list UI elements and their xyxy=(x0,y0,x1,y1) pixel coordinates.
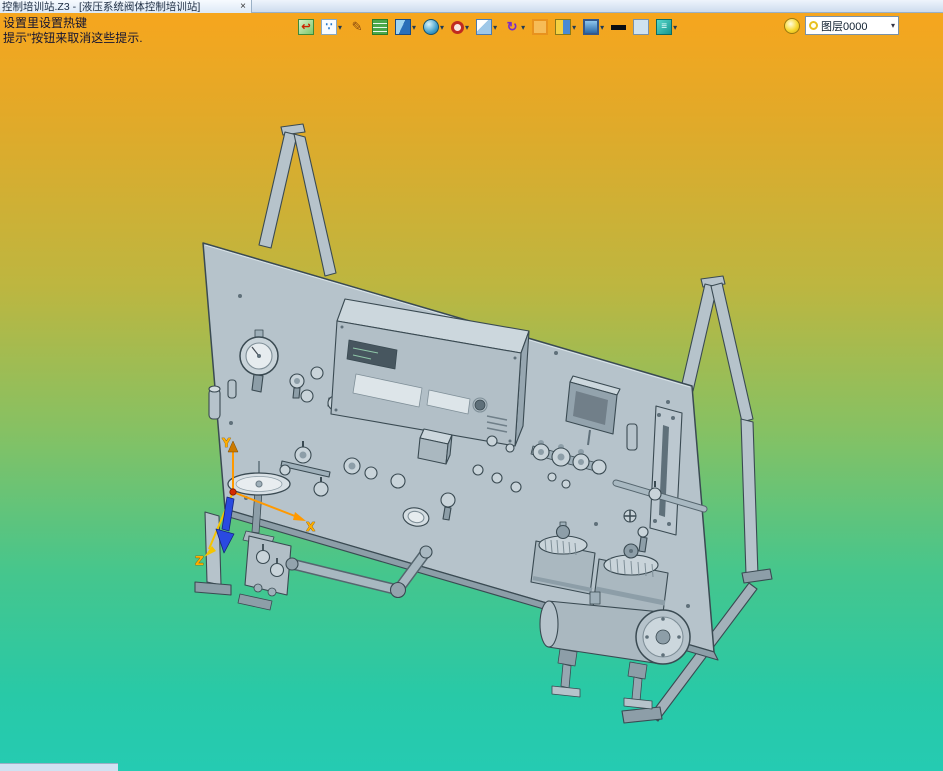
hint-line-2: 提示"按钮来取消这些提示. xyxy=(3,31,143,45)
layer-selector-value: 图层0000 xyxy=(821,20,868,33)
valve-stand-left[interactable] xyxy=(237,535,292,611)
exit-sketch-button[interactable]: ↩ xyxy=(298,19,314,35)
slot-plate[interactable] xyxy=(649,405,683,536)
wheel-gear-dropdown-arrow[interactable]: ▾ xyxy=(465,23,469,32)
paint-display-icon: ∵ xyxy=(321,19,337,35)
tab-bar: 控制培训站.Z3 - [液压系统阀体控制培训站] × xyxy=(0,0,943,13)
background-color-button[interactable] xyxy=(633,19,650,35)
split-view-dropdown-arrow[interactable]: ▾ xyxy=(572,23,576,32)
frame-outline-icon xyxy=(532,19,549,35)
measure-pencil-button[interactable]: ✎ xyxy=(349,19,365,35)
rotate-view-icon: ↻ xyxy=(506,19,518,34)
layer-stack-dropdown-arrow[interactable]: ▾ xyxy=(673,23,677,32)
view-window-dropdown-arrow[interactable]: ▾ xyxy=(493,23,497,32)
viewport-3d-model[interactable]: X Y Z xyxy=(0,13,943,771)
layer-selector[interactable]: 图层0000 ▾ xyxy=(805,16,899,35)
axis-z-label: Z xyxy=(195,554,204,568)
monitor-display-dropdown-arrow[interactable]: ▾ xyxy=(600,23,604,32)
solid-cube-dropdown-arrow[interactable]: ▾ xyxy=(412,23,416,32)
line-width-icon xyxy=(611,24,627,30)
toolbar-icon-row: ↩ ∵ ▾ ✎ ▾ ▾ ▾ ▾ ↻ ▾ ▾ ▾ ≡ ▾ xyxy=(298,16,677,38)
rotate-view-dropdown-arrow[interactable]: ▾ xyxy=(521,23,525,32)
shaded-sphere-dropdown-arrow[interactable]: ▾ xyxy=(440,23,444,32)
tab-close-icon[interactable]: × xyxy=(237,1,249,13)
view-window-button[interactable]: ▾ xyxy=(476,19,497,35)
line-width-button[interactable] xyxy=(611,24,627,30)
layer-book-icon xyxy=(372,19,389,35)
frame-outline-button[interactable] xyxy=(532,19,549,35)
shaded-sphere-button[interactable]: ▾ xyxy=(423,19,444,35)
layer-stack-icon: ≡ xyxy=(656,19,673,35)
tab-title: 控制培训站.Z3 - [液压系统阀体控制培训站] xyxy=(2,1,201,13)
wheel-gear-icon xyxy=(451,20,465,34)
split-view-icon xyxy=(555,19,572,35)
solid-cube-icon xyxy=(395,19,412,35)
split-view-button[interactable]: ▾ xyxy=(555,19,576,35)
layer-book-button[interactable] xyxy=(372,19,389,35)
solid-cube-button[interactable]: ▾ xyxy=(395,19,416,35)
view-window-icon xyxy=(476,19,493,35)
monitor-display-icon xyxy=(583,19,600,35)
background-color-icon xyxy=(633,19,650,35)
document-tab[interactable]: 控制培训站.Z3 - [液压系统阀体控制培训站] × xyxy=(0,0,252,13)
layer-stack-button[interactable]: ≡ ▾ xyxy=(656,19,677,35)
paint-display-button[interactable]: ∵ ▾ xyxy=(321,19,342,35)
monitor-display-button[interactable]: ▾ xyxy=(583,19,604,35)
viewport-canvas[interactable]: 设置里设置热键 提示"按钮来取消这些提示. ↩ ∵ ▾ ✎ ▾ ▾ ▾ ▾ ↻ ▾ ▾ ▾ ≡ ▾ 图层0… xyxy=(0,13,943,771)
layer-control-area: 图层0000 ▾ xyxy=(784,16,899,35)
status-bar-fragment xyxy=(0,763,118,771)
rotate-view-button[interactable]: ↻ ▾ xyxy=(504,19,525,35)
lightbulb-icon[interactable] xyxy=(784,17,800,34)
layer-color-swatch-icon xyxy=(809,21,818,30)
exit-sketch-icon: ↩ xyxy=(298,19,314,35)
paint-display-dropdown-arrow[interactable]: ▾ xyxy=(338,23,342,32)
axis-y-label: Y xyxy=(221,436,231,450)
axis-x-label: X xyxy=(306,520,316,534)
wheel-gear-button[interactable]: ▾ xyxy=(451,20,469,34)
shaded-sphere-icon xyxy=(423,19,440,35)
cube-valve-body[interactable] xyxy=(417,428,453,465)
measure-pencil-icon: ✎ xyxy=(351,19,363,34)
layer-dropdown-arrow-icon[interactable]: ▾ xyxy=(891,21,895,30)
